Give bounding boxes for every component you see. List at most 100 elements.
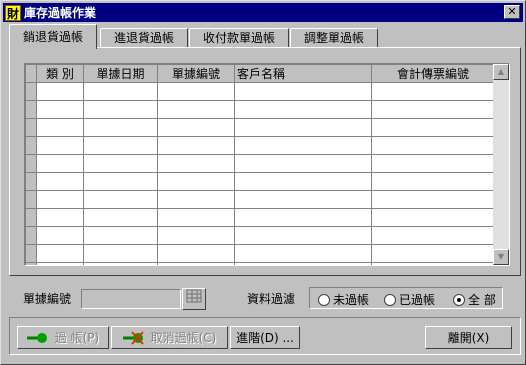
row-indicator[interactable] [25,136,37,155]
table-cell[interactable] [157,172,235,191]
table-cell[interactable] [36,190,84,209]
column-header-customer-name[interactable]: 客戶名稱 [234,64,372,83]
row-indicator[interactable] [25,244,37,263]
radio-posted[interactable]: 已過帳 [384,291,435,308]
table-row[interactable] [25,172,495,191]
close-button[interactable]: ✕ [504,5,520,19]
table-cell[interactable] [234,262,372,265]
table-cell[interactable] [83,208,158,227]
row-indicator[interactable] [25,208,37,227]
table-cell[interactable] [371,82,495,101]
radio-all[interactable]: 全 部 [453,291,496,308]
post-button[interactable]: 過 帳(P) [17,326,109,349]
column-header-voucher-no[interactable]: 會計傳票編號 [371,64,495,83]
table-row[interactable] [25,100,495,119]
table-cell[interactable] [83,244,158,263]
table-row[interactable] [25,118,495,137]
table-cell[interactable] [234,136,372,155]
table-cell[interactable] [36,172,84,191]
table-cell[interactable] [157,190,235,209]
table-cell[interactable] [83,190,158,209]
column-header-type[interactable]: 類 別 [36,64,84,83]
table-cell[interactable] [36,100,84,119]
table-cell[interactable] [234,208,372,227]
tab-sales-return-posting[interactable]: 銷退貨過帳 [9,24,97,49]
row-indicator[interactable] [25,100,37,119]
table-cell[interactable] [234,190,372,209]
table-cell[interactable] [157,100,235,119]
table-cell[interactable] [371,118,495,137]
table-cell[interactable] [157,82,235,101]
table-row[interactable] [25,190,495,209]
table-cell[interactable] [36,226,84,245]
table-cell[interactable] [83,154,158,173]
table-cell[interactable] [83,262,158,265]
table-cell[interactable] [83,82,158,101]
table-cell[interactable] [371,244,495,263]
table-cell[interactable] [36,82,84,101]
table-cell[interactable] [234,226,372,245]
table-cell[interactable] [157,226,235,245]
table-cell[interactable] [371,226,495,245]
advanced-button[interactable]: 進階(D) ... [230,326,300,349]
table-cell[interactable] [234,172,372,191]
table-cell[interactable] [234,118,372,137]
table-cell[interactable] [234,244,372,263]
scroll-up-icon[interactable]: ▲ [493,64,509,80]
row-indicator[interactable] [25,154,37,173]
table-row[interactable] [25,136,495,155]
table-cell[interactable] [234,100,372,119]
table-row[interactable] [25,154,495,173]
table-cell[interactable] [83,118,158,137]
table-cell[interactable] [371,100,495,119]
doc-no-field[interactable] [81,289,181,309]
table-cell[interactable] [371,208,495,227]
table-cell[interactable] [36,244,84,263]
row-indicator[interactable] [25,82,37,101]
column-header-doc-date[interactable]: 單據日期 [83,64,158,83]
table-cell[interactable] [371,262,495,265]
table-cell[interactable] [157,244,235,263]
table-cell[interactable] [36,118,84,137]
table-row[interactable] [25,82,495,101]
posting-grid[interactable]: 類 別 單據日期 單據編號 客戶名稱 會計傳票編號 ▲ ▼ [24,63,510,266]
table-cell[interactable] [36,136,84,155]
table-row[interactable] [25,262,495,265]
row-indicator[interactable] [25,226,37,245]
table-cell[interactable] [36,262,84,265]
column-header-doc-no[interactable]: 單據編號 [157,64,235,83]
table-row[interactable] [25,208,495,227]
table-cell[interactable] [157,262,235,265]
table-cell[interactable] [234,82,372,101]
table-cell[interactable] [157,208,235,227]
table-cell[interactable] [371,154,495,173]
row-indicator[interactable] [25,262,37,265]
row-indicator[interactable] [25,190,37,209]
table-row[interactable] [25,244,495,263]
table-cell[interactable] [83,100,158,119]
row-indicator[interactable] [25,118,37,137]
table-cell[interactable] [83,136,158,155]
table-cell[interactable] [157,118,235,137]
scroll-down-icon[interactable]: ▼ [493,249,509,265]
table-cell[interactable] [83,226,158,245]
table-cell[interactable] [157,136,235,155]
table-cell[interactable] [234,154,372,173]
lookup-button[interactable] [182,288,206,310]
tab-purchase-return-posting[interactable]: 進退貨過帳 [100,28,188,48]
title-bar[interactable]: 財 庫存過帳作業 ✕ [3,3,523,22]
vertical-scrollbar[interactable]: ▲ ▼ [493,64,509,265]
table-cell[interactable] [36,208,84,227]
radio-unposted[interactable]: 未過帳 [318,291,369,308]
table-cell[interactable] [157,154,235,173]
tab-adjustment-posting[interactable]: 調整單過帳 [290,28,378,48]
table-cell[interactable] [371,136,495,155]
cancel-post-button[interactable]: 取消過帳(C) [111,326,228,349]
table-cell[interactable] [371,190,495,209]
table-cell[interactable] [83,172,158,191]
table-row[interactable] [25,226,495,245]
table-cell[interactable] [36,154,84,173]
table-cell[interactable] [371,172,495,191]
tab-receipt-payment-posting[interactable]: 收付款單過帳 [189,28,289,48]
row-indicator[interactable] [25,172,37,191]
